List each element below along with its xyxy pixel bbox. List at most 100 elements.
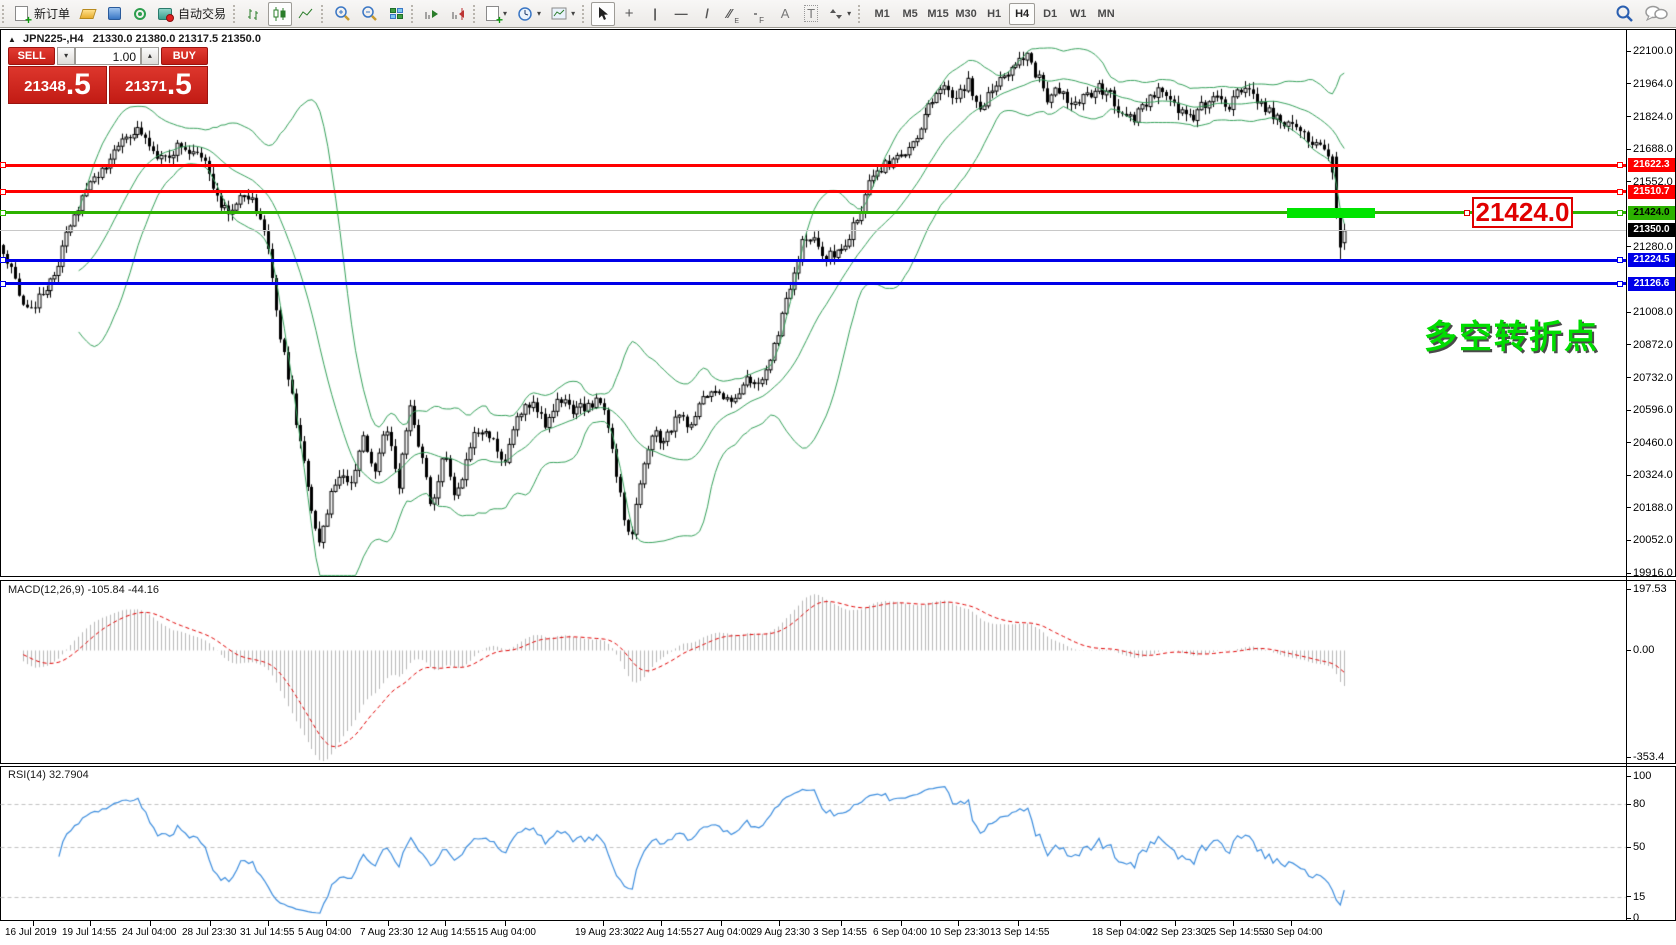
text-tool-button[interactable]: A — [773, 2, 797, 26]
rsi-tick-label: 0 — [1633, 912, 1639, 924]
chart-templates-button[interactable] — [76, 2, 100, 26]
time-axis-label: 18 Sep 04:00 — [1092, 927, 1152, 938]
line-anchor-marker[interactable] — [1617, 257, 1623, 263]
profiles-button[interactable] — [102, 2, 126, 26]
timeframe-d1-button[interactable]: D1 — [1037, 3, 1063, 25]
level-line-support[interactable] — [0, 282, 1626, 285]
collapse-triangle-icon[interactable]: ▲ — [8, 35, 16, 44]
rsi-tick-mark — [1626, 918, 1631, 919]
level-line-resistance[interactable] — [0, 190, 1626, 193]
timeframe-h4-button[interactable]: H4 — [1009, 3, 1035, 25]
line-anchor-marker[interactable] — [1464, 210, 1470, 216]
highlight-bar[interactable] — [1287, 208, 1375, 218]
price-tick-mark — [1626, 573, 1631, 574]
new-order-button[interactable]: + 新订单 — [11, 2, 74, 26]
current-price-chip: 21350.0 — [1628, 223, 1675, 237]
time-axis-label: 25 Sep 14:55 — [1205, 927, 1265, 938]
auto-scroll-button[interactable] — [420, 2, 444, 26]
line-anchor-marker[interactable] — [1617, 210, 1623, 216]
toolbar-grip[interactable] — [321, 5, 327, 23]
timeframe-m5-button[interactable]: M5 — [897, 3, 923, 25]
horizontal-line-icon: — — [675, 6, 688, 21]
text-label-tool-button[interactable]: T — [799, 2, 823, 26]
chinese-annotation[interactable]: 多空转折点 — [1424, 310, 1599, 358]
vertical-line-icon: | — [653, 6, 657, 21]
template-menu-button[interactable]: ▾ — [547, 2, 579, 26]
timeframe-m15-button[interactable]: M15 — [925, 3, 951, 25]
line-anchor-marker[interactable] — [1617, 162, 1623, 168]
new-order-label: 新订单 — [34, 5, 70, 22]
clock-icon — [517, 6, 533, 22]
zoom-in-button[interactable] — [330, 2, 355, 26]
chart-shift-icon — [450, 6, 466, 22]
volume-input[interactable] — [75, 47, 141, 65]
line-chart-button[interactable] — [294, 2, 318, 26]
toolbar-grip[interactable] — [582, 5, 588, 23]
candlestick-chart-button[interactable] — [268, 2, 292, 26]
chat-icon[interactable] — [1644, 5, 1668, 22]
line-anchor-marker[interactable] — [0, 210, 6, 216]
fibonacci-tool-button[interactable]: F — [747, 2, 771, 26]
toolbar-grip[interactable] — [473, 5, 479, 23]
search-icon[interactable] — [1615, 4, 1634, 23]
price-tick-mark — [1626, 344, 1631, 345]
toolbar-grip[interactable] — [411, 5, 417, 23]
toolbar-grip[interactable] — [2, 5, 8, 23]
tile-windows-button[interactable] — [384, 2, 408, 26]
line-anchor-marker[interactable] — [1617, 281, 1623, 287]
line-anchor-marker[interactable] — [1617, 189, 1623, 195]
trendline-tool-button[interactable]: / — [695, 2, 719, 26]
chart-canvas[interactable] — [0, 0, 1676, 945]
cursor-icon — [596, 6, 610, 21]
crosshair-tool-button[interactable]: + — [617, 2, 641, 26]
toolbar-grip[interactable] — [233, 5, 239, 23]
indicators-button[interactable]: + ▾ — [482, 2, 511, 26]
buy-price-display[interactable]: 21371 .5 — [109, 66, 208, 104]
cursor-tool-button[interactable] — [591, 2, 615, 26]
autotrading-button[interactable]: 自动交易 — [154, 2, 230, 26]
chart-shift-button[interactable] — [446, 2, 470, 26]
time-axis-tick — [603, 921, 604, 926]
timeframe-h1-button[interactable]: H1 — [981, 3, 1007, 25]
buy-button[interactable]: BUY — [161, 47, 208, 65]
volume-up-button[interactable]: ▴ — [141, 47, 159, 65]
horizontal-line-tool-button[interactable]: — — [669, 2, 693, 26]
time-axis-tick — [326, 921, 327, 926]
line-anchor-marker[interactable] — [0, 189, 6, 195]
timeframe-m1-button[interactable]: M1 — [869, 3, 895, 25]
sell-price-display[interactable]: 21348 .5 — [8, 66, 107, 104]
vertical-line-tool-button[interactable]: | — [643, 2, 667, 26]
price-callout-box[interactable]: 21424.0 — [1472, 197, 1573, 228]
volume-down-button[interactable]: ▾ — [57, 47, 75, 65]
price-tick-label: 20188.0 — [1633, 502, 1673, 514]
mt4-window: + 新订单 自动交易 — [0, 0, 1676, 945]
timeframe-mn-button[interactable]: MN — [1093, 3, 1119, 25]
macd-tick-mark — [1626, 757, 1631, 758]
zoom-out-button[interactable] — [357, 2, 382, 26]
bar-chart-button[interactable] — [242, 2, 266, 26]
timeframe-w1-button[interactable]: W1 — [1065, 3, 1091, 25]
sell-button[interactable]: SELL — [8, 47, 55, 65]
rsi-tick-label: 100 — [1633, 770, 1651, 782]
auto-scroll-icon — [424, 6, 440, 22]
signals-button[interactable] — [128, 2, 152, 26]
main-toolbar: + 新订单 自动交易 — [0, 0, 1676, 28]
line-anchor-marker[interactable] — [0, 162, 6, 168]
time-axis-label: 22 Sep 23:30 — [1147, 927, 1207, 938]
level-line-pivot[interactable] — [0, 211, 1626, 214]
level-line-resistance[interactable] — [0, 164, 1626, 167]
level-line-support[interactable] — [0, 259, 1626, 262]
price-tick-label: 20324.0 — [1633, 469, 1673, 481]
timeframe-m30-button[interactable]: M30 — [953, 3, 979, 25]
price-tick-mark — [1626, 246, 1631, 247]
periods-button[interactable]: ▾ — [513, 2, 545, 26]
line-anchor-marker[interactable] — [0, 257, 6, 263]
rsi-value: 32.7904 — [46, 769, 89, 781]
signals-icon — [134, 8, 146, 20]
channel-tool-button[interactable]: ∕∕E — [721, 2, 745, 26]
arrows-tool-button[interactable]: ▾ — [825, 2, 855, 26]
caret-down-icon: ▾ — [571, 9, 575, 18]
toolbar-grip[interactable] — [858, 5, 864, 23]
time-axis-label: 13 Sep 14:55 — [990, 927, 1050, 938]
line-anchor-marker[interactable] — [0, 281, 6, 287]
